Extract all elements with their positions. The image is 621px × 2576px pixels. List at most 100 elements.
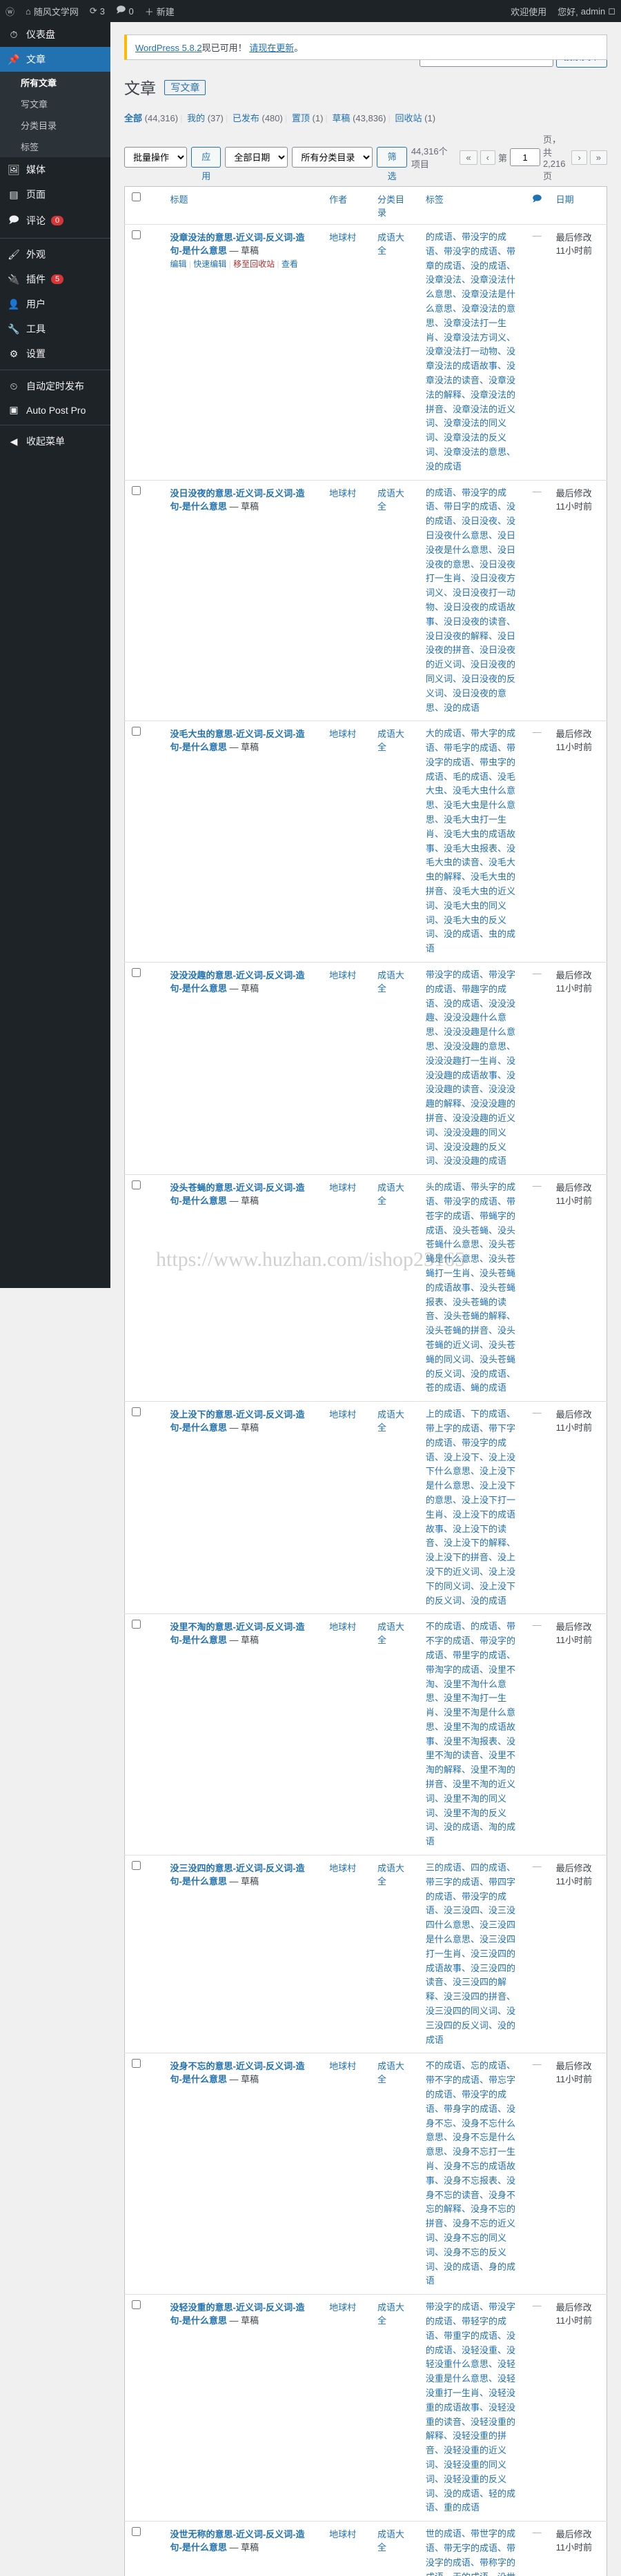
- tag-link[interactable]: 带身字的成语: [444, 2104, 497, 2114]
- tag-link[interactable]: 带没字的成语: [444, 246, 497, 256]
- row-select[interactable]: [132, 1180, 141, 1189]
- col-title[interactable]: 标题: [163, 187, 322, 225]
- site-name[interactable]: ⌂随风文学网: [20, 5, 84, 18]
- comments-link[interactable]: 🗩 0: [110, 3, 139, 19]
- row-select[interactable]: [132, 1620, 141, 1629]
- prev-page[interactable]: ‹: [480, 150, 495, 165]
- row-select[interactable]: [132, 486, 141, 495]
- category-link[interactable]: 成语大全: [377, 729, 404, 752]
- tag-link[interactable]: 没上没下的拼音: [426, 1552, 489, 1562]
- tag-link[interactable]: 带日字的成语: [444, 501, 497, 512]
- tag-link[interactable]: 带重字的成语: [444, 2331, 497, 2341]
- col-date[interactable]: 日期: [549, 187, 607, 225]
- tag-link[interactable]: 没里不淘报表: [444, 1736, 497, 1747]
- next-page[interactable]: ›: [571, 150, 586, 165]
- submenu-all-posts[interactable]: 所有文章: [0, 72, 110, 93]
- menu-appearance[interactable]: 🖌外观: [0, 242, 110, 267]
- first-page[interactable]: «: [460, 150, 477, 165]
- tag-link[interactable]: 没轻没重: [462, 2345, 497, 2355]
- tag-link[interactable]: 没没没趣的成语: [444, 1156, 506, 1166]
- category-link[interactable]: 成语大全: [377, 1183, 404, 1206]
- tag-link[interactable]: 没没没趣的意思: [444, 1041, 506, 1051]
- tag-link[interactable]: 带毛字的成语: [444, 743, 497, 753]
- author-link[interactable]: 地球村: [329, 729, 356, 739]
- select-all[interactable]: [132, 192, 141, 201]
- category-link[interactable]: 成语大全: [377, 1863, 404, 1886]
- tag-link[interactable]: 下的成语: [471, 1409, 506, 1419]
- view-sticky[interactable]: 置顶: [292, 113, 310, 123]
- row-select[interactable]: [132, 2300, 141, 2309]
- menu-dashboard[interactable]: ⏱仪表盘: [0, 22, 110, 47]
- col-author[interactable]: 作者: [322, 187, 371, 225]
- notice-version-link[interactable]: WordPress 5.8.2: [135, 43, 202, 53]
- tag-link[interactable]: 没头苍蝇的解释: [444, 1311, 506, 1321]
- author-link[interactable]: 地球村: [329, 232, 356, 243]
- tag-link[interactable]: 没上没下: [444, 1452, 480, 1462]
- menu-users[interactable]: 👤用户: [0, 292, 110, 316]
- view-mine[interactable]: 我的: [187, 113, 205, 123]
- row-select[interactable]: [132, 1407, 141, 1416]
- tag-link[interactable]: 没的成语: [444, 703, 480, 713]
- tag-link[interactable]: 没章没法方词义: [444, 332, 506, 343]
- view-draft[interactable]: 草稿: [332, 113, 350, 123]
- tag-link[interactable]: 带不字的成语: [426, 2075, 480, 2085]
- submenu-tags[interactable]: 标签: [0, 136, 110, 157]
- menu-media[interactable]: 🖼媒体: [0, 157, 110, 182]
- page-input[interactable]: [510, 148, 540, 166]
- view-published[interactable]: 已发布: [233, 113, 259, 123]
- author-link[interactable]: 地球村: [329, 1622, 356, 1632]
- tag-link[interactable]: 没身不忘报表: [444, 2175, 497, 2186]
- col-category[interactable]: 分类目录: [371, 187, 419, 225]
- menu-posts[interactable]: 📌文章: [0, 47, 110, 72]
- author-link[interactable]: 地球村: [329, 2302, 356, 2313]
- tag-link[interactable]: 带三字的成语: [426, 1877, 480, 1887]
- category-link[interactable]: 成语大全: [377, 970, 404, 994]
- category-link[interactable]: 成语大全: [377, 488, 404, 512]
- author-link[interactable]: 地球村: [329, 2529, 356, 2539]
- tag-link[interactable]: 没没没趣打一生肖: [426, 1056, 497, 1066]
- tag-link[interactable]: 没三没四的拼音: [444, 1991, 506, 2002]
- add-new-button[interactable]: 写文章: [164, 80, 206, 95]
- row-quick-edit[interactable]: 快速编辑: [193, 259, 226, 269]
- tag-link[interactable]: 重的成语: [444, 2502, 480, 2513]
- col-comments[interactable]: 🗩: [525, 187, 549, 225]
- menu-tools[interactable]: 🔧工具: [0, 316, 110, 341]
- tag-link[interactable]: 不的成语: [426, 2060, 462, 2071]
- tag-link[interactable]: 带淘字的成语: [426, 1664, 480, 1675]
- tag-link[interactable]: 四的成语: [471, 1862, 506, 1873]
- tag-link[interactable]: 的成语: [471, 1621, 497, 1631]
- tag-link[interactable]: 没日没夜的读音: [444, 616, 506, 627]
- submenu-new-post[interactable]: 写文章: [0, 93, 110, 114]
- category-link[interactable]: 成语大全: [377, 1409, 404, 1433]
- tag-link[interactable]: 不的成语: [426, 1621, 462, 1631]
- tag-link[interactable]: 没的成语: [444, 929, 480, 939]
- tag-link[interactable]: 带没字的成语: [426, 2302, 480, 2312]
- tag-link[interactable]: 没的成语: [471, 261, 506, 271]
- category-link[interactable]: 成语大全: [377, 2529, 404, 2553]
- col-tags[interactable]: 标签: [419, 187, 525, 225]
- bulk-apply[interactable]: 应用: [191, 147, 221, 168]
- tag-link[interactable]: 蝇的成语: [471, 1382, 506, 1393]
- tag-link[interactable]: 大的成语: [426, 728, 462, 738]
- submenu-categories[interactable]: 分类目录: [0, 114, 110, 136]
- tag-link[interactable]: 没的成语: [426, 461, 462, 472]
- tag-link[interactable]: 没的成语: [444, 1822, 480, 1832]
- tag-link[interactable]: 没章没法: [426, 274, 462, 285]
- row-select[interactable]: [132, 2527, 141, 2536]
- view-all[interactable]: 全部: [124, 113, 142, 123]
- tag-link[interactable]: 没的成语: [444, 2488, 480, 2499]
- tag-link[interactable]: 忘的成语: [471, 2060, 506, 2071]
- tag-link[interactable]: 没章没法的意思: [444, 447, 506, 457]
- howdy[interactable]: 您好,admin ◻: [552, 5, 621, 18]
- tag-link[interactable]: 没日没夜: [462, 516, 497, 526]
- row-select[interactable]: [132, 968, 141, 977]
- row-trash[interactable]: 移至回收站: [233, 259, 275, 269]
- tag-link[interactable]: 苍的成语: [426, 1382, 462, 1393]
- bulk-action-select[interactable]: 批量操作: [124, 147, 187, 168]
- tag-link[interactable]: 头的成语: [426, 1182, 462, 1192]
- tag-link[interactable]: 带没字的成语: [444, 1196, 497, 1207]
- date-filter[interactable]: 全部日期: [225, 147, 288, 168]
- tag-link[interactable]: 带上字的成语: [426, 1423, 480, 1433]
- tag-link[interactable]: 带无字的成语: [444, 2543, 497, 2553]
- tag-link[interactable]: 没上没下的解释: [444, 1538, 506, 1548]
